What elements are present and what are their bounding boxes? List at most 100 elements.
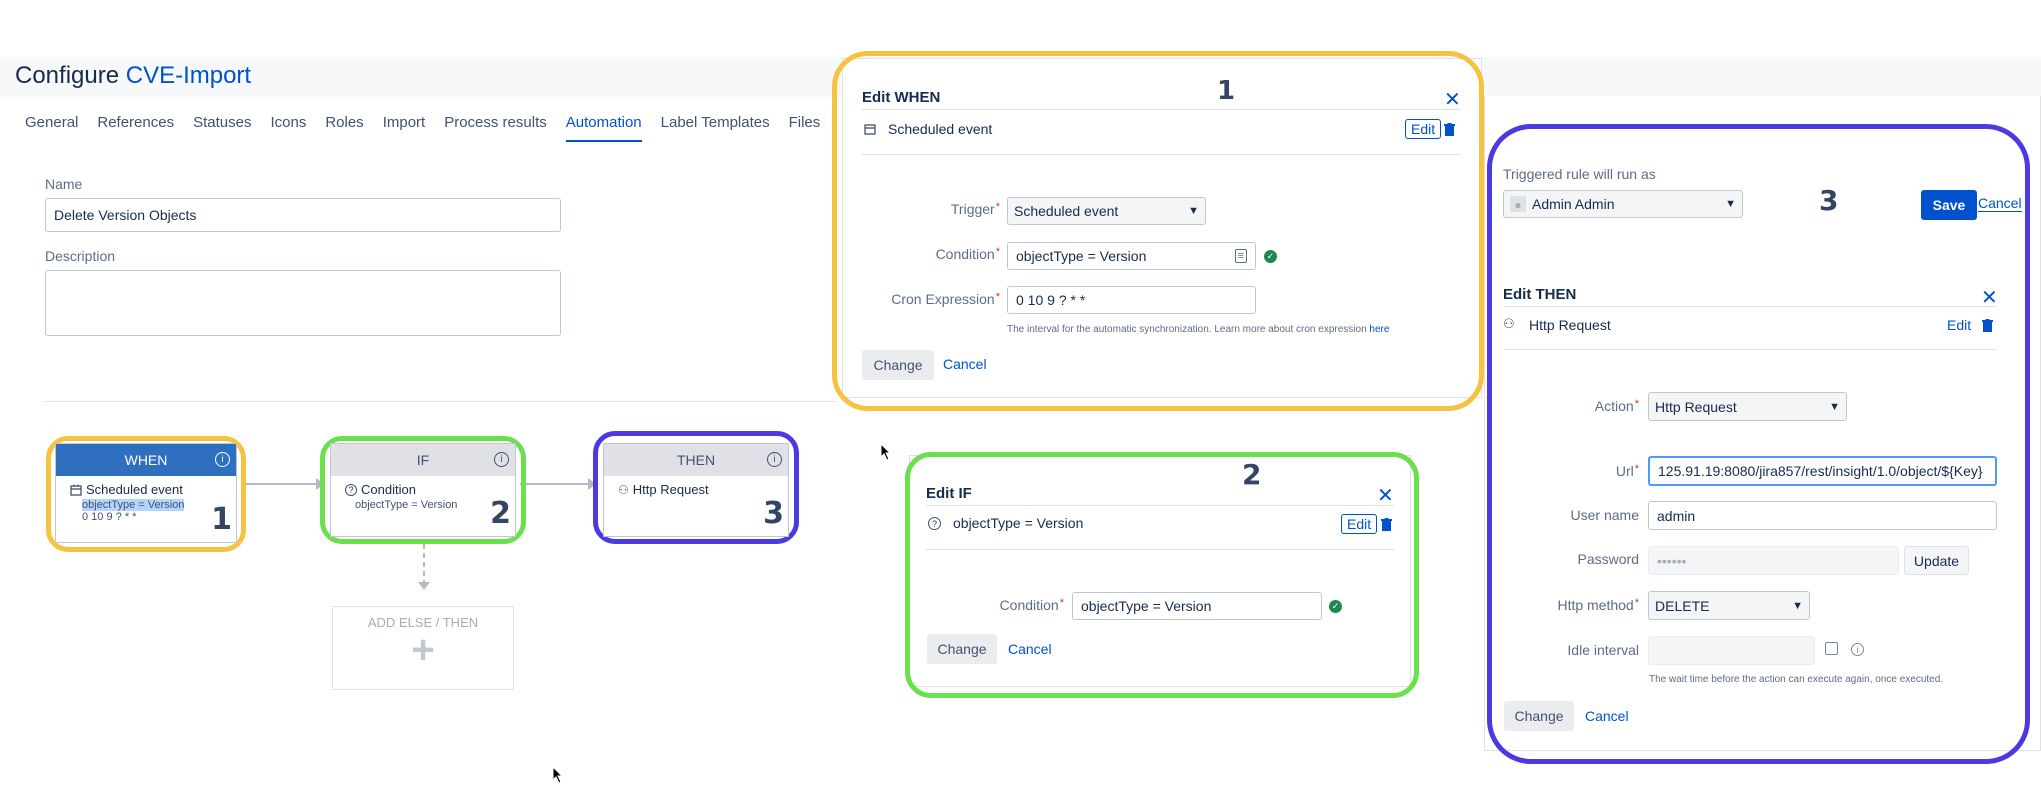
when-card-body: Scheduled event objectType = Version 0 1… bbox=[56, 476, 236, 542]
cron-input[interactable]: 0 10 9 ? * * bbox=[1007, 286, 1256, 314]
when-card-cron: 0 10 9 ? * * bbox=[82, 511, 137, 523]
edit-when-cancel-button[interactable]: Cancel bbox=[943, 356, 987, 372]
if-card-condition: objectType = Version bbox=[355, 499, 458, 511]
trigger-select[interactable]: Scheduled event ▼ bbox=[1007, 197, 1206, 225]
when-card-item: Scheduled event bbox=[86, 482, 183, 497]
chevron-down-icon: ▼ bbox=[1829, 400, 1840, 413]
trash-icon[interactable] bbox=[1982, 319, 1993, 332]
method-label: Http method bbox=[1503, 597, 1639, 613]
close-icon[interactable]: ✕ bbox=[1981, 288, 1998, 308]
action-select-value: Http Request bbox=[1655, 398, 1737, 415]
avatar: ● bbox=[1510, 196, 1526, 212]
if-card-header: IF i bbox=[331, 444, 515, 476]
plus-icon: + bbox=[411, 628, 435, 672]
if-card-title: IF bbox=[416, 452, 430, 468]
run-as-label: Triggered rule will run as bbox=[1503, 166, 1656, 182]
method-select[interactable]: DELETE ▼ bbox=[1648, 591, 1810, 620]
trigger-select-value: Scheduled event bbox=[1014, 203, 1119, 219]
user-gear-icon: ⚇ bbox=[1503, 316, 1515, 331]
if-condition-label: Condition bbox=[926, 597, 1064, 613]
info-icon[interactable]: i bbox=[1851, 643, 1864, 656]
idle-label: Idle interval bbox=[1567, 642, 1639, 658]
edit-if-title: Edit IF bbox=[926, 485, 972, 502]
when-card-header: WHEN i bbox=[56, 444, 236, 476]
then-card-body: ⚇ Http Request 3 bbox=[604, 476, 788, 542]
idle-checkbox[interactable] bbox=[1825, 642, 1838, 655]
condition-label: Condition bbox=[862, 246, 1000, 262]
cron-hint-text: The interval for the automatic synchroni… bbox=[1007, 324, 1367, 335]
when-marker: 1 bbox=[211, 502, 232, 537]
edit-if-cancel-button[interactable]: Cancel bbox=[1008, 641, 1052, 657]
close-icon[interactable]: ✕ bbox=[1444, 90, 1461, 110]
edit-when-title: Edit WHEN bbox=[862, 89, 941, 106]
method-select-value: DELETE bbox=[1655, 597, 1710, 614]
run-as-user: Admin Admin bbox=[1532, 196, 1615, 212]
edit-then-marker: 3 bbox=[1819, 184, 1839, 217]
condition-input[interactable]: objectType = Version ≡ bbox=[1007, 242, 1256, 270]
edit-when-change-button[interactable]: Change bbox=[862, 350, 934, 380]
then-marker: 3 bbox=[763, 496, 784, 531]
if-card[interactable]: IF i ? Condition objectType = Version 2 bbox=[330, 443, 516, 537]
cron-label: Cron Expression bbox=[862, 291, 1000, 307]
password-input[interactable]: •••••• bbox=[1648, 546, 1899, 575]
info-icon[interactable]: i bbox=[215, 452, 230, 467]
password-label: Password bbox=[1577, 551, 1639, 567]
close-icon[interactable]: ✕ bbox=[1377, 486, 1394, 506]
edit-then-summary: Http Request bbox=[1529, 317, 1611, 333]
trash-icon[interactable] bbox=[1381, 518, 1392, 531]
add-else-then-button[interactable]: ADD ELSE / THEN + bbox=[332, 606, 514, 690]
username-input[interactable]: admin bbox=[1648, 501, 1997, 530]
edit-if-marker: 2 bbox=[1242, 458, 1262, 491]
edit-when-marker: 1 bbox=[1217, 76, 1236, 106]
edit-if-change-button[interactable]: Change bbox=[927, 634, 997, 664]
update-password-button[interactable]: Update bbox=[1904, 546, 1969, 575]
info-icon[interactable]: i bbox=[494, 452, 509, 467]
user-gear-icon: ⚇ bbox=[618, 482, 629, 497]
edit-then-cancel-button[interactable]: Cancel bbox=[1585, 708, 1629, 724]
idle-hint: The wait time before the action can exec… bbox=[1649, 674, 1944, 685]
url-label: Url bbox=[1503, 463, 1639, 479]
then-card[interactable]: THEN i ⚇ Http Request 3 bbox=[603, 443, 789, 537]
expression-editor-icon[interactable]: ≡ bbox=[1234, 249, 1247, 263]
when-card-title: WHEN bbox=[124, 452, 168, 468]
then-card-title: THEN bbox=[676, 452, 716, 468]
chevron-down-icon: ▼ bbox=[1188, 205, 1199, 217]
when-card-condition: objectType = Version bbox=[82, 499, 185, 511]
check-icon: ✓ bbox=[1264, 250, 1277, 263]
question-icon: ? bbox=[345, 483, 357, 496]
edit-if-summary: objectType = Version bbox=[953, 515, 1084, 531]
info-icon[interactable]: i bbox=[767, 452, 782, 467]
cancel-top-button[interactable]: Cancel bbox=[1978, 196, 2022, 212]
trash-icon[interactable] bbox=[1444, 123, 1455, 136]
url-input[interactable]: 125.91.19:8080/jira857/rest/insight/1.0/… bbox=[1648, 456, 1997, 486]
check-icon: ✓ bbox=[1329, 600, 1342, 613]
if-card-item: Condition bbox=[361, 482, 416, 497]
edit-then-edit-button[interactable]: Edit bbox=[1947, 317, 1971, 333]
when-card[interactable]: WHEN i Scheduled event objectType = Vers… bbox=[55, 443, 237, 543]
if-condition-input[interactable]: objectType = Version bbox=[1072, 592, 1322, 620]
edit-when-edit-button[interactable]: Edit bbox=[1405, 119, 1442, 139]
edit-then-change-button[interactable]: Change bbox=[1504, 701, 1574, 731]
idle-input[interactable] bbox=[1648, 636, 1815, 665]
then-card-header: THEN i bbox=[604, 444, 788, 476]
chevron-down-icon: ▼ bbox=[1725, 198, 1736, 210]
if-card-body: ? Condition objectType = Version 2 bbox=[331, 476, 515, 542]
calendar-icon bbox=[70, 484, 82, 496]
action-select[interactable]: Http Request ▼ bbox=[1648, 392, 1847, 421]
edit-if-edit-button[interactable]: Edit bbox=[1341, 514, 1378, 534]
condition-input-value: objectType = Version bbox=[1016, 248, 1147, 264]
username-label: User name bbox=[1570, 507, 1639, 523]
save-button[interactable]: Save bbox=[1921, 190, 1977, 220]
if-marker: 2 bbox=[490, 496, 511, 531]
calendar-icon bbox=[864, 124, 876, 135]
action-label: Action bbox=[1503, 398, 1639, 414]
mouse-cursor-icon bbox=[880, 443, 892, 461]
edit-then-highlight bbox=[1487, 124, 2030, 764]
chevron-down-icon: ▼ bbox=[1792, 599, 1803, 612]
then-card-item: Http Request bbox=[632, 482, 709, 497]
edit-when-summary: Scheduled event bbox=[888, 121, 993, 137]
mouse-cursor-icon bbox=[552, 766, 564, 784]
then-header-band bbox=[1484, 57, 2041, 97]
run-as-select[interactable]: ● Admin Admin ▼ bbox=[1503, 190, 1743, 218]
cron-hint-link[interactable]: here bbox=[1369, 324, 1389, 335]
